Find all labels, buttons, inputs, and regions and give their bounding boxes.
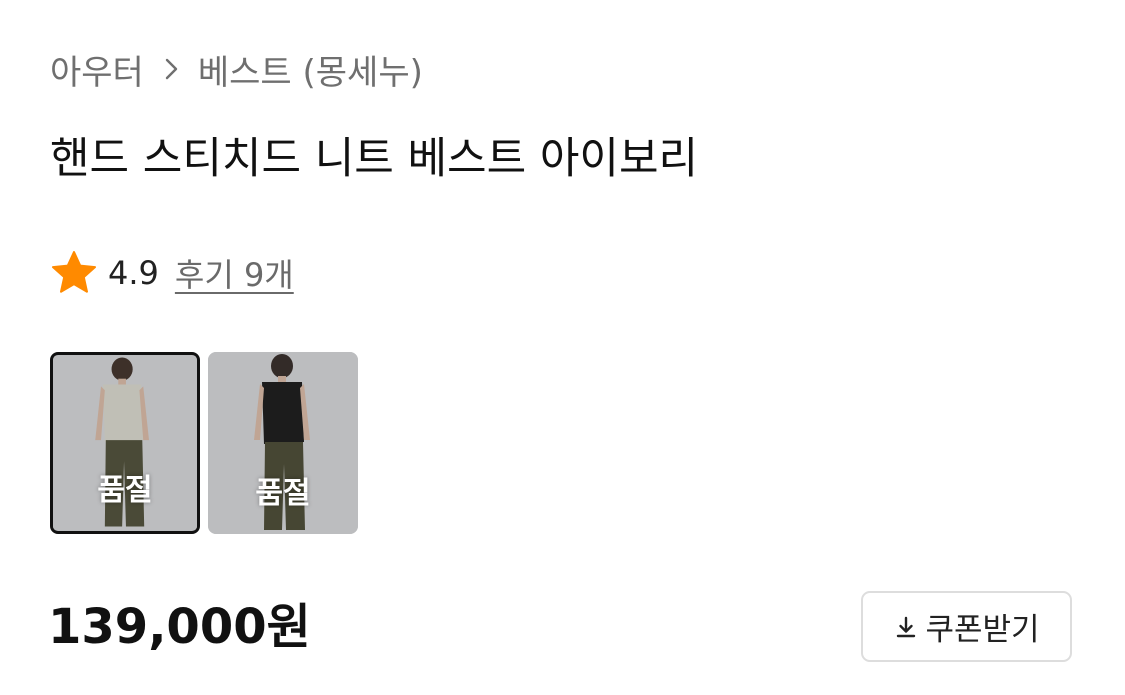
review-count-link[interactable]: 후기 9개 <box>175 250 294 296</box>
rating-score: 4.9 <box>108 254 159 292</box>
breadcrumb: 아우터 베스트 (몽세누) <box>50 44 423 94</box>
rating-row: 4.9 후기 9개 <box>50 250 294 296</box>
color-option-thumbnail[interactable]: 품절 <box>50 352 200 534</box>
color-option-thumbnail[interactable]: 품절 <box>208 352 358 534</box>
download-icon <box>893 614 919 640</box>
product-title: 핸드 스티치드 니트 베스트 아이보리 <box>50 134 699 184</box>
color-options: 품절 품절 <box>50 352 358 534</box>
coupon-button-label: 쿠폰받기 <box>925 612 1040 647</box>
coupon-download-button[interactable]: 쿠폰받기 <box>861 591 1072 662</box>
star-shape <box>52 251 96 293</box>
breadcrumb-subcategory[interactable]: 베스트 (몽세누) <box>198 45 423 94</box>
soldout-label: 품절 <box>255 476 311 511</box>
soldout-label: 품절 <box>97 473 153 508</box>
breadcrumb-category[interactable]: 아우터 <box>50 45 144 94</box>
product-price: 139,000원 <box>48 599 311 655</box>
chevron-right-icon <box>164 57 180 81</box>
star-icon <box>50 249 98 297</box>
